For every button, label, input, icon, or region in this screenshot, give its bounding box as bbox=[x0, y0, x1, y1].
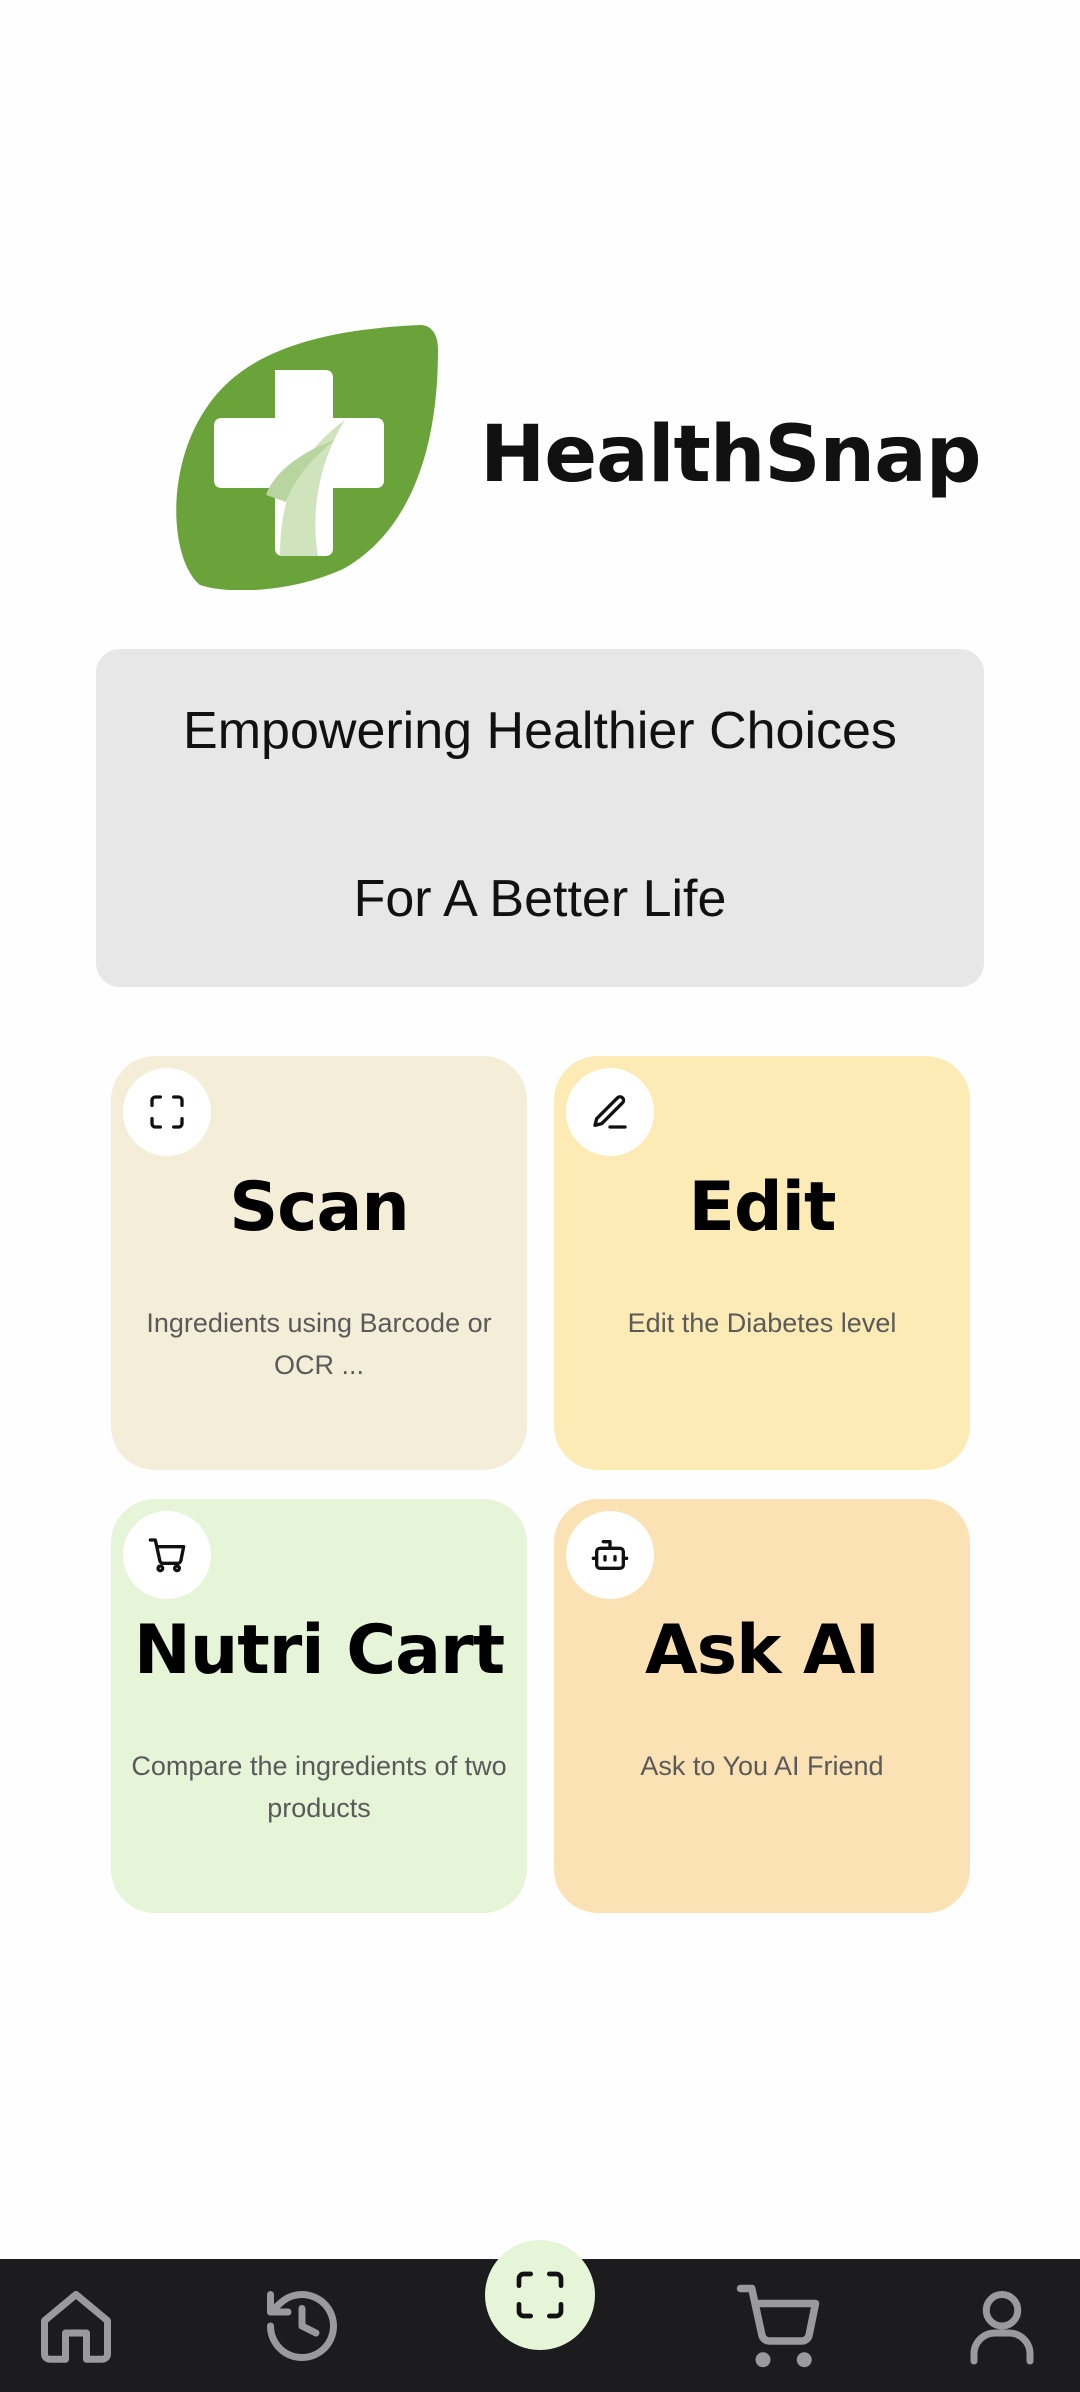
scan-card-title: Scan bbox=[229, 1168, 410, 1247]
home-icon bbox=[41, 2290, 111, 2363]
nutri-cart-card-title: Nutri Cart bbox=[133, 1611, 505, 1690]
ask-ai-card[interactable]: Ask AI Ask to You AI Friend bbox=[554, 1499, 970, 1913]
app-logo: HealthSnap bbox=[170, 320, 982, 590]
scan-fab-button[interactable] bbox=[485, 2240, 595, 2350]
nav-profile[interactable] bbox=[942, 2259, 1062, 2392]
history-icon bbox=[267, 2290, 337, 2361]
edit-card-description: Edit the Diabetes level bbox=[627, 1308, 897, 1338]
cart-icon bbox=[736, 2284, 820, 2367]
tagline-banner: Empowering Healthier Choices For A Bette… bbox=[96, 649, 984, 987]
pencil-icon bbox=[566, 1068, 654, 1156]
tagline-line-1: Empowering Healthier Choices bbox=[183, 702, 897, 760]
nutri-cart-card[interactable]: Nutri Cart Compare the ingredients of tw… bbox=[111, 1499, 527, 1913]
nutri-cart-card-description: Compare the ingredients of two products bbox=[131, 1751, 507, 1823]
profile-icon bbox=[970, 2290, 1034, 2364]
robot-icon bbox=[566, 1511, 654, 1599]
nav-home[interactable] bbox=[16, 2259, 136, 2392]
edit-card-title: Edit bbox=[688, 1168, 837, 1247]
health-leaf-cross-logo-icon bbox=[176, 325, 438, 590]
nav-history[interactable] bbox=[242, 2259, 362, 2392]
scan-card[interactable]: Scan Ingredients using Barcode or OCR ..… bbox=[111, 1056, 527, 1470]
scan-icon bbox=[123, 1068, 211, 1156]
scan-card-description: Ingredients using Barcode or OCR ... bbox=[146, 1308, 492, 1380]
cart-icon bbox=[123, 1511, 211, 1599]
brand-name: HealthSnap bbox=[480, 410, 982, 500]
nav-cart[interactable] bbox=[718, 2259, 838, 2392]
ask-ai-card-description: Ask to You AI Friend bbox=[640, 1751, 884, 1781]
scan-icon bbox=[516, 2271, 564, 2319]
edit-card[interactable]: Edit Edit the Diabetes level bbox=[554, 1056, 970, 1470]
ask-ai-card-title: Ask AI bbox=[645, 1611, 880, 1690]
tagline-line-2: For A Better Life bbox=[353, 870, 727, 928]
